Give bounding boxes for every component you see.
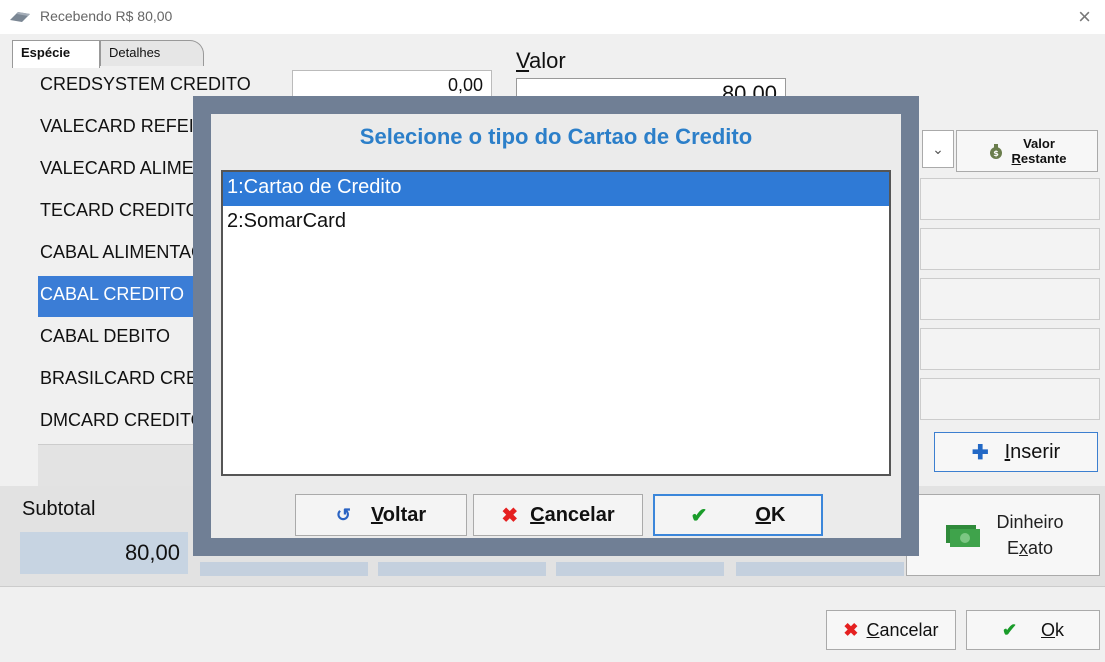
app-icon xyxy=(10,12,30,22)
ok-button[interactable]: ✔ Ok xyxy=(966,610,1100,650)
title-bar: Recebendo R$ 80,00 × xyxy=(0,0,1105,34)
valor-restante-button[interactable]: $ Valor Restante xyxy=(956,130,1098,172)
card-type-dialog: Selecione o tipo do Cartao de Credito 1:… xyxy=(193,96,919,556)
dialog-ok-label: OK xyxy=(755,503,786,526)
cancelar-label: Cancelar xyxy=(866,619,939,640)
back-arrow-icon: ↺ xyxy=(335,504,351,525)
svg-text:$: $ xyxy=(993,149,999,158)
species-name: CABAL DEBITO xyxy=(40,326,171,346)
valor-restante-label: Valor Restante xyxy=(1011,136,1067,166)
dialog-ok-button[interactable]: ✔ OK xyxy=(653,494,823,536)
inserir-label: Inserir xyxy=(1004,440,1061,463)
summary-cell xyxy=(736,562,904,576)
close-icon[interactable]: × xyxy=(1078,4,1091,30)
summary-cell xyxy=(378,562,546,576)
money-bag-icon: $ xyxy=(989,144,1002,159)
payment-field[interactable] xyxy=(920,328,1100,370)
dialog-body: Selecione o tipo do Cartao de Credito 1:… xyxy=(211,114,901,538)
species-name: CREDSYSTEM CREDITO xyxy=(40,74,251,94)
species-name: TECARD CREDITO xyxy=(40,200,200,220)
dinheiro-exato-button[interactable]: Dinheiro Exato xyxy=(906,494,1100,576)
check-icon: ✔ xyxy=(690,504,708,527)
dialog-cancelar-button[interactable]: ✖ Cancelar xyxy=(473,494,643,536)
species-name: DMCARD CREDITO xyxy=(40,410,205,430)
check-icon: ✔ xyxy=(1001,619,1018,640)
cash-icon xyxy=(946,525,981,547)
dinheiro-exato-label: Dinheiro Exato xyxy=(996,512,1064,558)
list-item-selected[interactable]: 1:Cartao de Credito xyxy=(223,172,889,206)
species-name: CABAL CREDITO xyxy=(40,284,185,304)
subtotal-label: Subtotal xyxy=(22,498,96,520)
tab-especie[interactable]: Espécie xyxy=(12,40,100,68)
summary-cell xyxy=(200,562,368,576)
window-title: Recebendo R$ 80,00 xyxy=(40,8,173,24)
dialog-title: Selecione o tipo do Cartao de Credito xyxy=(359,124,753,149)
x-icon: ✖ xyxy=(843,619,859,640)
inserir-button[interactable]: ✚ Inserir xyxy=(934,432,1098,472)
x-icon: ✖ xyxy=(501,504,519,527)
plus-icon: ✚ xyxy=(971,441,989,464)
payment-field[interactable] xyxy=(920,278,1100,320)
voltar-button[interactable]: ↺ Voltar xyxy=(295,494,467,536)
dialog-cancelar-label: Cancelar xyxy=(530,503,615,526)
card-type-list[interactable]: 1:Cartao de Credito 2:SomarCard xyxy=(221,170,891,476)
divider xyxy=(0,586,1105,587)
payment-field[interactable] xyxy=(920,178,1100,220)
summary-cell xyxy=(556,562,724,576)
tab-detalhes[interactable]: Detalhes xyxy=(100,40,204,66)
cancelar-button[interactable]: ✖ Cancelar xyxy=(826,610,956,650)
voltar-label: Voltar xyxy=(370,503,427,526)
subtotal-value: 80,00 xyxy=(20,532,188,574)
payment-field[interactable] xyxy=(920,378,1100,420)
list-item[interactable]: 2:SomarCard xyxy=(223,206,889,240)
payment-field[interactable] xyxy=(920,228,1100,270)
combo-chevron-down-icon[interactable]: ⌄ xyxy=(922,130,954,168)
ok-label: Ok xyxy=(1041,619,1065,640)
valor-label: Valor xyxy=(516,48,566,73)
